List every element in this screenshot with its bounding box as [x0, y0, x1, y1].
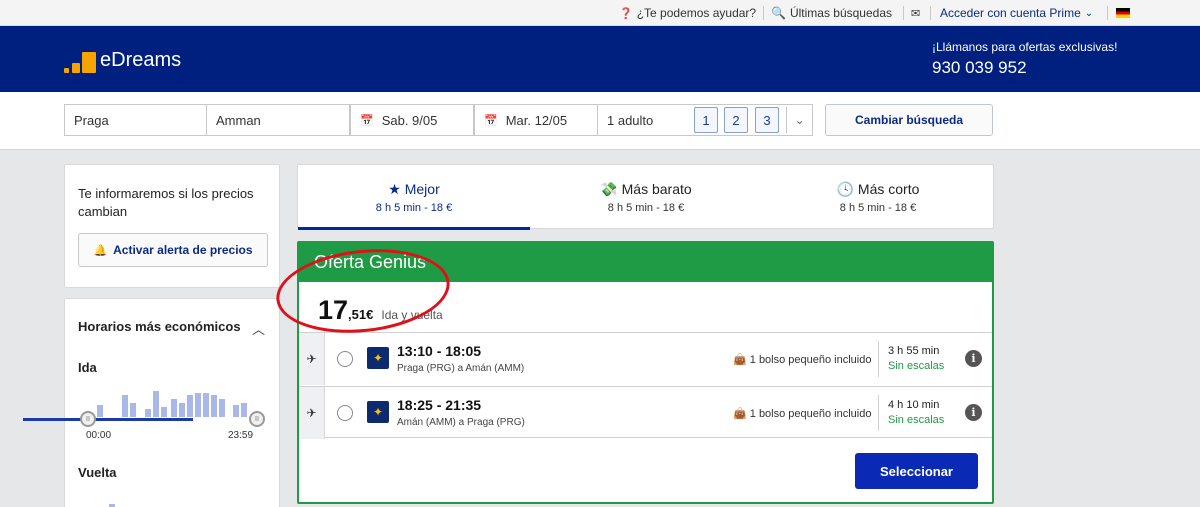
sort-tabs: ★ Mejor 8 h 5 min - 18 € 💸 Más barato 8 … [297, 164, 994, 230]
divider [903, 6, 904, 20]
slider-max-handle[interactable]: II [249, 411, 265, 427]
leg-radio[interactable] [337, 405, 353, 421]
divider [763, 6, 764, 20]
money-icon: 💸 [600, 181, 618, 197]
destination-field[interactable]: Amman [206, 104, 350, 136]
info-icon[interactable]: i [965, 404, 982, 421]
takeoff-icon: ✈ [299, 333, 325, 385]
site-header: eDreams ¡Llámanos para ofertas exclusiva… [0, 26, 1200, 92]
histogram-bar [187, 395, 193, 417]
leg-duration: 3 h 55 min [888, 345, 940, 357]
change-search-button[interactable]: Cambiar búsqueda [825, 104, 993, 136]
help-link[interactable]: ❓ ¿Te podemos ayudar? [619, 0, 756, 26]
leg-duration: 4 h 10 min [888, 399, 940, 411]
call-us-text: ¡Llámanos para ofertas exclusivas! [932, 40, 1118, 54]
pax-option-3[interactable]: 3 [755, 107, 779, 133]
return-histogram [83, 492, 263, 507]
leg-route: Amán (AMM) a Praga (PRG) [397, 417, 525, 428]
bag-info: 👜 1 bolso pequeño incluido [733, 354, 872, 366]
search-icon: 🔍 [771, 6, 786, 20]
calendar-icon: 📅 [360, 114, 374, 127]
flight-leg-return[interactable]: ✈ ✦ 18:25 - 21:35 Amán (AMM) a Praga (PR… [299, 386, 992, 439]
histogram-bar [97, 405, 103, 417]
chevron-down-icon: ⌄ [794, 113, 805, 127]
cheapest-times-title: Horarios más económicos [78, 319, 241, 334]
tab-best[interactable]: ★ Mejor 8 h 5 min - 18 € [298, 165, 530, 230]
landing-icon: ✈ [299, 387, 325, 439]
histogram-bar [241, 403, 247, 417]
origin-field[interactable]: Praga [64, 104, 207, 136]
histogram-bar [145, 409, 151, 417]
star-icon: ★ [388, 181, 401, 197]
clock-icon: 🕓 [836, 181, 855, 197]
pax-option-2[interactable]: 2 [724, 107, 748, 133]
edreams-logo[interactable]: eDreams [64, 46, 181, 74]
calendar-icon: 📅 [484, 114, 498, 127]
return-label: Vuelta [78, 465, 117, 480]
leg-route: Praga (PRG) a Amán (AMM) [397, 363, 525, 374]
divider [878, 395, 879, 431]
slider-min-handle[interactable]: II [80, 411, 96, 427]
logo-text: eDreams [100, 48, 182, 71]
histogram-bar [161, 407, 167, 417]
tab-cheapest[interactable]: 💸 Más barato 8 h 5 min - 18 € [530, 165, 762, 229]
info-icon[interactable]: i [965, 350, 982, 367]
leg-radio[interactable] [337, 351, 353, 367]
pax-dropdown[interactable]: ⌄ [786, 107, 812, 133]
recent-searches-link[interactable]: 🔍 Últimas búsquedas [771, 0, 892, 26]
histogram-bar [203, 393, 209, 417]
divider [878, 341, 879, 377]
chevron-down-icon: ⌄ [1084, 7, 1094, 19]
select-flight-button[interactable]: Seleccionar [855, 453, 978, 489]
ryanair-logo-icon: ✦ [367, 401, 389, 423]
price-alert-card: Te informaremos si los precios cambian 🔔… [64, 164, 280, 288]
logo-mark-icon [64, 46, 98, 74]
flight-leg-outbound[interactable]: ✈ ✦ 13:10 - 18:05 Praga (PRG) a Amán (AM… [299, 332, 992, 385]
histogram-bar [195, 393, 201, 417]
language-flag[interactable] [1116, 0, 1130, 26]
depart-date-field[interactable]: 📅 Sab. 9/05 [350, 104, 474, 136]
slider-min-label: 00:00 [86, 430, 112, 441]
histogram-bar [130, 403, 136, 417]
top-utility-bar: ❓ ¿Te podemos ayudar? 🔍 Últimas búsqueda… [0, 0, 1200, 26]
bag-info: 👜 1 bolso pequeño incluido [733, 408, 872, 420]
bell-icon: 🔔 [93, 244, 108, 257]
mail-link[interactable]: ✉ [911, 0, 920, 26]
cheapest-times-card: Horarios más económicos ︿ Ida Vuelta [64, 298, 280, 507]
tab-shortest[interactable]: 🕓 Más corto 8 h 5 min - 18 € [762, 165, 994, 229]
prime-login-link[interactable]: Acceder con cuenta Prime ⌄ [940, 0, 1093, 26]
outbound-time-slider[interactable] [23, 418, 193, 421]
histogram-bar [153, 391, 159, 417]
price-alert-text: Te informaremos si los precios cambian [78, 186, 254, 219]
return-date-field[interactable]: 📅 Mar. 12/05 [474, 104, 598, 136]
divider [1107, 6, 1108, 20]
divider [930, 6, 931, 20]
leg-stops: Sin escalas [888, 414, 945, 426]
leg-time: 18:25 - 21:35 [397, 397, 482, 413]
histogram-bar [179, 403, 185, 417]
outbound-histogram [83, 387, 263, 417]
bag-icon: 👜 [733, 354, 747, 366]
histogram-bar [171, 399, 177, 417]
slider-max-label: 23:59 [228, 430, 254, 441]
activate-price-alert-button[interactable]: 🔔 Activar alerta de precios [78, 233, 268, 267]
phone-number[interactable]: 930 039 952 [932, 58, 1132, 78]
germany-flag-icon [1116, 8, 1130, 18]
histogram-bar [233, 405, 239, 417]
histogram-bar [219, 399, 225, 417]
histogram-bar [211, 395, 217, 417]
histogram-bar [122, 395, 128, 417]
help-icon: ❓ [619, 7, 633, 20]
call-us-block: ¡Llámanos para ofertas exclusivas! 930 0… [932, 40, 1132, 78]
outbound-label: Ida [78, 360, 97, 375]
mail-icon: ✉ [911, 7, 921, 20]
ryanair-logo-icon: ✦ [367, 347, 389, 369]
leg-time: 13:10 - 18:05 [397, 343, 482, 359]
pax-option-1[interactable]: 1 [694, 107, 718, 133]
chevron-up-icon[interactable]: ︿ [252, 319, 265, 338]
leg-stops: Sin escalas [888, 360, 945, 372]
bag-icon: 👜 [733, 408, 747, 420]
